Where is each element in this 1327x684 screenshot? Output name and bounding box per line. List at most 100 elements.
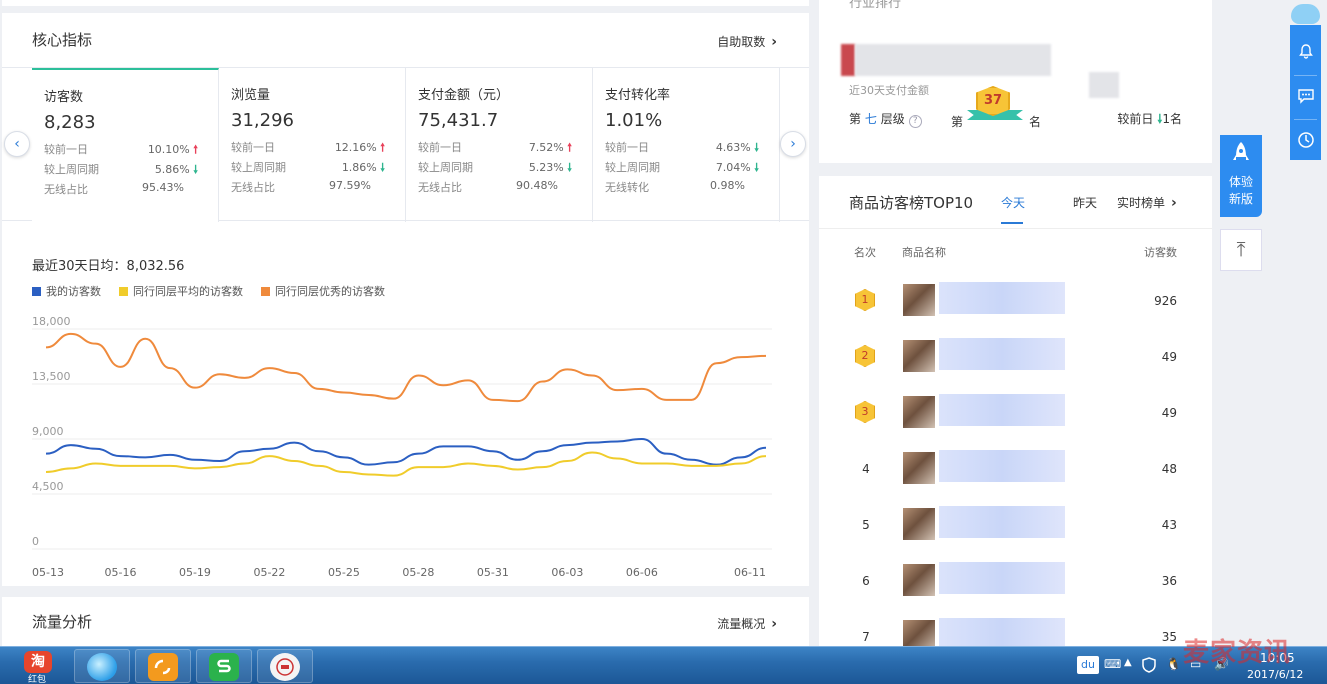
data-point[interactable] — [42, 450, 50, 458]
data-point[interactable] — [340, 389, 348, 397]
data-point[interactable] — [67, 441, 75, 449]
data-point[interactable] — [688, 462, 696, 470]
data-point[interactable] — [638, 385, 646, 393]
data-point[interactable] — [464, 459, 472, 467]
data-point[interactable] — [737, 459, 745, 467]
blurred-product-name[interactable] — [939, 282, 1065, 314]
data-point[interactable] — [166, 462, 174, 470]
data-point[interactable] — [141, 462, 149, 470]
data-point[interactable] — [390, 395, 398, 403]
next-metrics-button[interactable]: › — [780, 131, 806, 157]
data-point[interactable] — [762, 444, 770, 452]
data-point[interactable] — [67, 330, 75, 338]
show-hidden-icons-chevron-up-icon[interactable]: ▲ — [1124, 657, 1132, 668]
browser-app[interactable] — [74, 649, 130, 683]
data-point[interactable] — [166, 364, 174, 372]
green-app[interactable] — [196, 649, 252, 683]
legend-item-peer-average[interactable]: 同行同层平均的访客数 — [119, 283, 243, 299]
table-row[interactable]: 2 49 — [819, 330, 1212, 386]
compass-icon[interactable] — [1290, 124, 1321, 156]
prev-metrics-button[interactable]: ‹ — [4, 131, 30, 157]
data-point[interactable] — [439, 442, 447, 450]
data-point[interactable] — [141, 335, 149, 343]
data-point[interactable] — [464, 376, 472, 384]
data-point[interactable] — [712, 359, 720, 367]
try-new-version-button[interactable]: 体验 新版 — [1220, 135, 1262, 217]
legend-item-my-visitors[interactable]: 我的访客数 — [32, 283, 101, 299]
product-thumbnail[interactable] — [903, 396, 935, 428]
data-point[interactable] — [340, 468, 348, 476]
data-point[interactable] — [365, 391, 373, 399]
data-point[interactable] — [116, 462, 124, 470]
blurred-product-name[interactable] — [939, 394, 1065, 426]
data-point[interactable] — [588, 448, 596, 456]
product-thumbnail[interactable] — [903, 340, 935, 372]
data-point[interactable] — [141, 453, 149, 461]
taobao-redpacket-app[interactable]: 淘 红包 — [8, 649, 66, 684]
data-point[interactable] — [67, 464, 75, 472]
seller-app[interactable] — [257, 649, 313, 683]
data-point[interactable] — [365, 470, 373, 478]
table-row[interactable]: 4 48 — [819, 442, 1212, 498]
data-point[interactable] — [663, 396, 671, 404]
series-line-2[interactable] — [45, 332, 767, 403]
data-point[interactable] — [588, 439, 596, 447]
data-point[interactable] — [414, 371, 422, 379]
blurred-product-name[interactable] — [939, 562, 1065, 594]
blurred-product-name[interactable] — [939, 338, 1065, 370]
shield-icon[interactable] — [1142, 657, 1156, 676]
metric-payment-amount[interactable]: 支付金额（元） 75,431.7 较前一日 7.52% 🠕 较上周同期 5.23% … — [406, 68, 593, 222]
baidu-input-icon[interactable]: du — [1077, 656, 1099, 674]
data-point[interactable] — [464, 442, 472, 450]
data-point[interactable] — [638, 459, 646, 467]
qq-penguin-icon[interactable]: 🐧 — [1166, 657, 1181, 671]
data-point[interactable] — [265, 364, 273, 372]
data-point[interactable] — [166, 451, 174, 459]
metric-visitors[interactable]: 访客数 8,283 较前一日 10.10% 🠕 较上周同期 5.86% 🠗 无线占比… — [32, 68, 219, 222]
data-point[interactable] — [92, 340, 100, 348]
data-point[interactable] — [265, 445, 273, 453]
data-point[interactable] — [514, 397, 522, 405]
legend-item-peer-excellent[interactable]: 同行同层优秀的访客数 — [261, 283, 385, 299]
data-point[interactable] — [514, 466, 522, 474]
blurred-product-name[interactable] — [939, 506, 1065, 538]
tab-yesterday[interactable]: 昨天 — [1073, 194, 1097, 211]
product-thumbnail[interactable] — [903, 564, 935, 596]
tab-today[interactable]: 今天 — [1001, 194, 1025, 211]
data-point[interactable] — [241, 459, 249, 467]
data-point[interactable] — [712, 462, 720, 470]
data-point[interactable] — [290, 457, 298, 465]
data-point[interactable] — [42, 468, 50, 476]
data-point[interactable] — [613, 386, 621, 394]
data-point[interactable] — [315, 447, 323, 455]
data-point[interactable] — [241, 447, 249, 455]
data-point[interactable] — [539, 378, 547, 386]
cloud-mascot-icon[interactable] — [1291, 4, 1320, 24]
clock-date[interactable]: 2017/6/12 — [1247, 668, 1303, 681]
realtime-ranking-link[interactable]: 实时榜单 › — [1117, 194, 1177, 211]
self-fetch-link[interactable]: 自助取数 › — [717, 33, 777, 50]
data-point[interactable] — [539, 463, 547, 471]
data-point[interactable] — [191, 464, 199, 472]
data-point[interactable] — [365, 461, 373, 469]
metric-pageviews[interactable]: 浏览量 31,296 较前一日 12.16% 🠕 较上周同期 1.86% 🠗 无线占… — [219, 68, 406, 222]
table-row[interactable]: 3 49 — [819, 386, 1212, 442]
uc-browser-app[interactable] — [135, 649, 191, 683]
input-method-icon[interactable]: ⌨ — [1104, 657, 1121, 671]
data-point[interactable] — [390, 472, 398, 480]
data-point[interactable] — [663, 450, 671, 458]
data-point[interactable] — [613, 455, 621, 463]
data-point[interactable] — [539, 447, 547, 455]
data-point[interactable] — [116, 452, 124, 460]
data-point[interactable] — [116, 363, 124, 371]
data-point[interactable] — [762, 352, 770, 360]
data-point[interactable] — [563, 457, 571, 465]
data-point[interactable] — [439, 463, 447, 471]
data-point[interactable] — [290, 439, 298, 447]
data-point[interactable] — [489, 447, 497, 455]
product-thumbnail[interactable] — [903, 452, 935, 484]
data-point[interactable] — [514, 456, 522, 464]
data-point[interactable] — [315, 385, 323, 393]
data-point[interactable] — [663, 459, 671, 467]
data-point[interactable] — [315, 462, 323, 470]
